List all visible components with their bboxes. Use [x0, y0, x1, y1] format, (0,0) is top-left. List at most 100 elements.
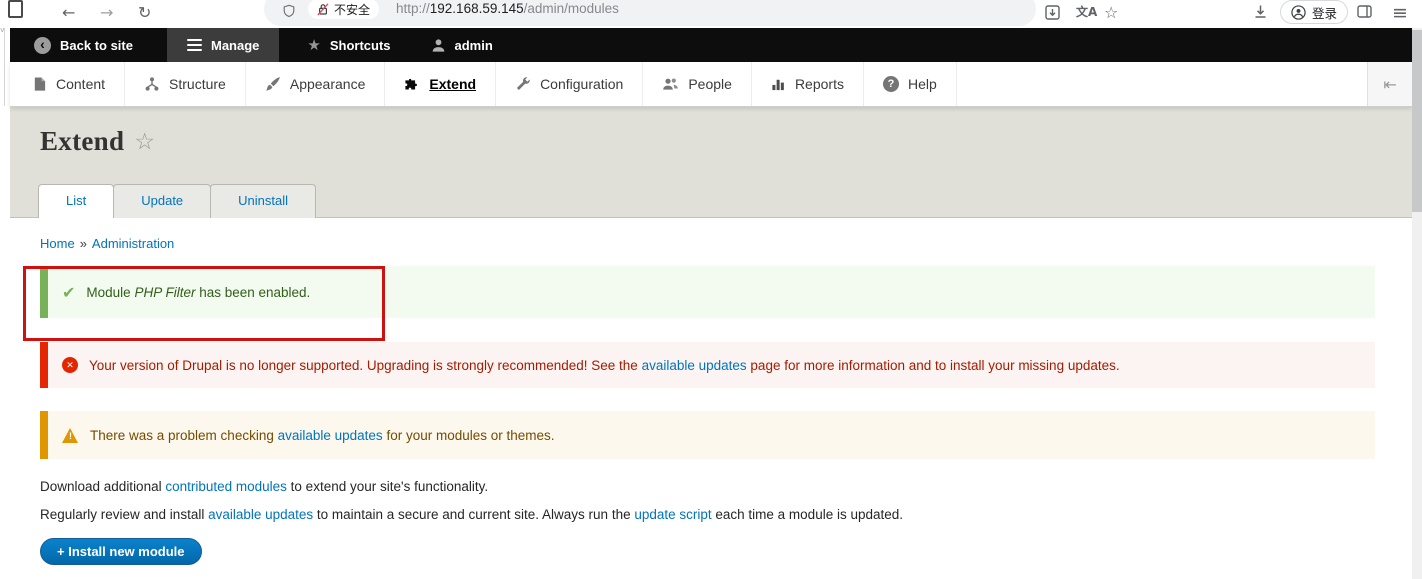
warning-message-text: There was a problem checking available u… — [90, 428, 555, 443]
error-text: Your version of Drupal is no longer supp… — [89, 357, 642, 373]
status-message-success: ✔ Module PHP Filter has been enabled. — [40, 266, 1375, 318]
breadcrumb: Home » Administration — [40, 218, 1375, 251]
menu-item-label: Appearance — [289, 76, 366, 92]
page-title: Extend — [40, 126, 125, 156]
shortcuts-label: Shortcuts — [329, 37, 391, 53]
shield-icon — [282, 3, 296, 19]
appearance-icon — [266, 77, 280, 91]
available-updates-link[interactable]: available updates — [278, 428, 383, 443]
url-text[interactable]: http://192.168.59.145/admin/modules — [396, 1, 619, 16]
scrollbar-thumb[interactable] — [1412, 30, 1422, 212]
warning-text: There was a problem checking — [90, 427, 278, 443]
browser-back-icon[interactable]: ← — [62, 0, 75, 26]
menu-item-label: Extend — [429, 76, 477, 92]
available-updates-link[interactable]: available updates — [642, 358, 747, 373]
back-circle-icon: ‹ — [34, 36, 51, 54]
browser-menu-icon[interactable]: ≡ — [1392, 0, 1408, 26]
page-content: Home » Administration ✔ Module PHP Filter … — [10, 218, 1412, 565]
error-text: page for more information and to install… — [746, 357, 1120, 373]
success-prefix: Module — [86, 284, 135, 300]
address-bar[interactable]: 不安全 http://192.168.59.145/admin/modules — [264, 0, 1036, 26]
drupal-admin-toolbar: ‹ Back to site Manage ★ Shortcuts admin — [10, 28, 1412, 62]
favorite-star-icon[interactable]: ☆ — [134, 129, 155, 155]
checkmark-icon: ✔ — [62, 282, 76, 302]
page-header: Extend ☆ List Update Uninstall — [10, 106, 1412, 218]
translate-icon[interactable]: 文A — [1076, 0, 1097, 24]
install-new-module-button[interactable]: + Install new module — [40, 538, 202, 565]
tab-uninstall[interactable]: Uninstall — [210, 184, 317, 218]
menu-item-label: Structure — [169, 76, 226, 92]
tab-list[interactable]: List — [38, 184, 115, 218]
intro-paragraph-2: Regularly review and install available u… — [40, 507, 1375, 522]
admin-user-label: admin — [454, 37, 493, 53]
warning-icon: ! — [62, 427, 79, 443]
menu-item-label: Help — [907, 76, 937, 92]
success-message-text: Module PHP Filter has been enabled. — [86, 285, 310, 300]
update-script-link[interactable]: update script — [634, 507, 711, 522]
menu-item-label: Reports — [794, 76, 844, 92]
login-button[interactable]: 登录 — [1280, 0, 1349, 24]
primary-tabs: List Update Uninstall — [38, 184, 317, 218]
structure-icon — [145, 77, 159, 91]
contributed-modules-link[interactable]: contributed modules — [165, 479, 287, 494]
menu-item-structure[interactable]: Structure — [125, 62, 246, 106]
browser-reload-icon[interactable]: ↻ — [138, 0, 151, 26]
downloads-icon[interactable] — [1252, 3, 1269, 20]
collapse-arrow-icon: ⇤ — [1383, 74, 1397, 94]
menu-item-reports[interactable]: Reports — [752, 62, 864, 106]
shortcuts-star-icon: ★ — [307, 36, 321, 54]
sidebar-icon[interactable] — [1356, 3, 1373, 20]
security-label: 不安全 — [334, 2, 371, 17]
url-protocol: http:// — [396, 1, 430, 16]
browser-toolbar: ← → ↻ 不安全 http://192.168.59.145/admin/mo… — [0, 0, 1422, 28]
user-icon — [432, 38, 444, 52]
back-to-site-button[interactable]: ‹ Back to site — [10, 28, 153, 62]
page-body: Extend ☆ List Update Uninstall Home » Admi… — [10, 106, 1412, 579]
avatar-icon — [1291, 4, 1306, 20]
reports-chart-icon — [772, 79, 784, 91]
breadcrumb-admin-link[interactable]: Administration — [92, 236, 174, 251]
url-host: 192.168.59.145 — [429, 1, 524, 16]
configuration-wrench-icon — [516, 77, 530, 90]
breadcrumb-home-link[interactable]: Home — [40, 236, 75, 251]
warning-exclamation: ! — [69, 430, 72, 441]
menu-item-label: People — [688, 76, 732, 92]
menu-item-appearance[interactable]: Appearance — [246, 62, 386, 106]
menu-item-people[interactable]: People — [643, 62, 752, 106]
intro-text: to extend your site's functionality. — [286, 479, 489, 494]
login-label: 登录 — [1312, 6, 1338, 21]
manage-label: Manage — [210, 37, 260, 53]
intro-text: to maintain a secure and current site. A… — [313, 507, 635, 522]
success-suffix: has been enabled. — [195, 284, 311, 300]
menu-item-content[interactable]: Content — [10, 62, 126, 106]
status-message-error: ✕ Your version of Drupal is no longer su… — [40, 342, 1375, 388]
page-scrollbar[interactable] — [1412, 28, 1422, 579]
manage-button[interactable]: Manage — [166, 28, 280, 62]
intro-text: Regularly review and install — [40, 507, 209, 522]
manage-menu-icon — [186, 38, 202, 52]
tab-update[interactable]: Update — [113, 184, 212, 218]
security-badge[interactable]: 不安全 — [308, 0, 380, 19]
menu-item-configuration[interactable]: Configuration — [496, 62, 644, 106]
menu-item-help[interactable]: ? Help — [864, 62, 957, 106]
intro-paragraph-1: Download additional contributed modules … — [40, 479, 1375, 494]
error-message-text: Your version of Drupal is no longer supp… — [89, 358, 1120, 373]
warning-text: for your modules or themes. — [382, 427, 555, 443]
menu-item-extend[interactable]: Extend — [385, 62, 497, 106]
intro-text: each time a module is updated. — [711, 507, 904, 522]
toolbar-collapse-button[interactable]: ⇤ — [1367, 62, 1412, 106]
help-icon: ? — [882, 76, 899, 92]
people-icon — [663, 78, 679, 90]
available-updates-link[interactable]: available updates — [208, 507, 313, 522]
extend-puzzle-icon — [405, 78, 418, 90]
shortcuts-button[interactable]: ★ Shortcuts — [287, 28, 410, 62]
breadcrumb-separator: » — [79, 236, 87, 251]
content-icon — [34, 77, 46, 91]
save-collection-icon[interactable] — [1044, 4, 1061, 21]
browser-tab-icon[interactable] — [8, 0, 23, 18]
intro-text: Download additional — [40, 479, 166, 494]
browser-forward-icon[interactable]: → — [100, 0, 113, 26]
admin-user-button[interactable]: admin — [411, 28, 513, 62]
broken-lock-icon — [317, 2, 329, 15]
bookmark-star-icon[interactable]: ☆ — [1104, 0, 1118, 26]
